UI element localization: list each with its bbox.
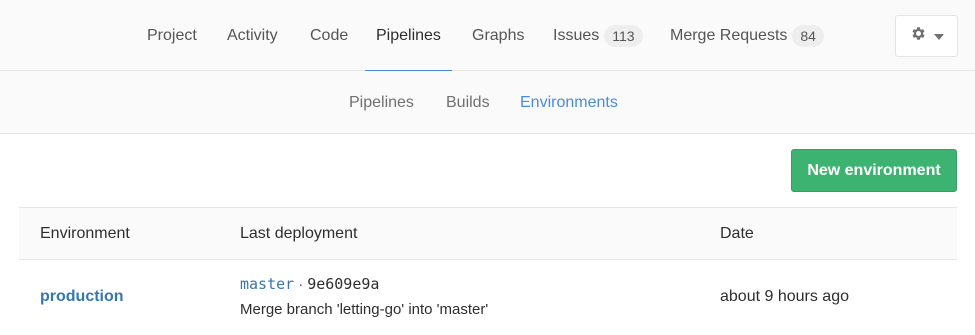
tab-label: Issues — [553, 26, 600, 44]
subtab-pipelines[interactable]: Pipelines — [349, 71, 414, 134]
commit-sha-link[interactable]: 9e609e9a — [307, 275, 379, 293]
tab-project[interactable]: Project — [147, 0, 197, 71]
tab-label: Graphs — [472, 26, 525, 44]
ref-separator: · — [298, 275, 304, 293]
tab-activity[interactable]: Activity — [227, 0, 278, 71]
tab-code[interactable]: Code — [310, 0, 348, 71]
environments-table-header: Environment Last deployment Date — [19, 207, 957, 260]
environment-link[interactable]: production — [40, 288, 124, 306]
tab-pipelines[interactable]: Pipelines — [365, 0, 452, 72]
branch-ref-link[interactable]: master — [240, 275, 294, 293]
new-environment-label: New environment — [807, 161, 941, 179]
issues-count-badge: 113 — [604, 24, 643, 47]
tab-label: Project — [147, 26, 197, 44]
merge-requests-count-badge: 84 — [792, 24, 824, 47]
commit-message[interactable]: Merge branch 'letting-go' into 'master' — [240, 301, 488, 318]
tab-label: Code — [310, 26, 349, 44]
main-nav-tabs: Project Activity Code Pipelines Graphs I… — [0, 0, 975, 72]
subtab-label: Builds — [446, 93, 490, 111]
subtab-label: Pipelines — [349, 93, 414, 111]
subtab-builds[interactable]: Builds — [446, 71, 490, 134]
tab-label: Merge Requests — [670, 26, 788, 44]
tab-label: Pipelines — [376, 26, 441, 44]
deployment-date: about 9 hours ago — [720, 288, 849, 305]
tab-graphs[interactable]: Graphs — [472, 0, 524, 71]
table-row: production master · 9e609e9a Merge branc… — [19, 260, 957, 335]
settings-dropdown-button[interactable] — [895, 15, 958, 57]
tab-merge-requests[interactable]: Merge Requests 84 — [670, 0, 824, 71]
deployment-commit: master · 9e609e9a — [240, 275, 379, 293]
gear-icon — [910, 25, 927, 47]
tab-issues[interactable]: Issues 113 — [553, 0, 643, 71]
header-environment: Environment — [40, 224, 130, 242]
caret-down-icon — [933, 27, 944, 45]
subtab-environments[interactable]: Environments — [520, 71, 618, 134]
header-last-deployment: Last deployment — [240, 224, 358, 242]
subtab-label: Environments — [520, 93, 618, 111]
header-date: Date — [720, 224, 754, 242]
main-nav: Project Activity Code Pipelines Graphs I… — [0, 0, 975, 72]
new-environment-button[interactable]: New environment — [791, 149, 957, 192]
tab-label: Activity — [227, 26, 278, 44]
sub-nav: Pipelines Builds Environments — [0, 71, 975, 134]
